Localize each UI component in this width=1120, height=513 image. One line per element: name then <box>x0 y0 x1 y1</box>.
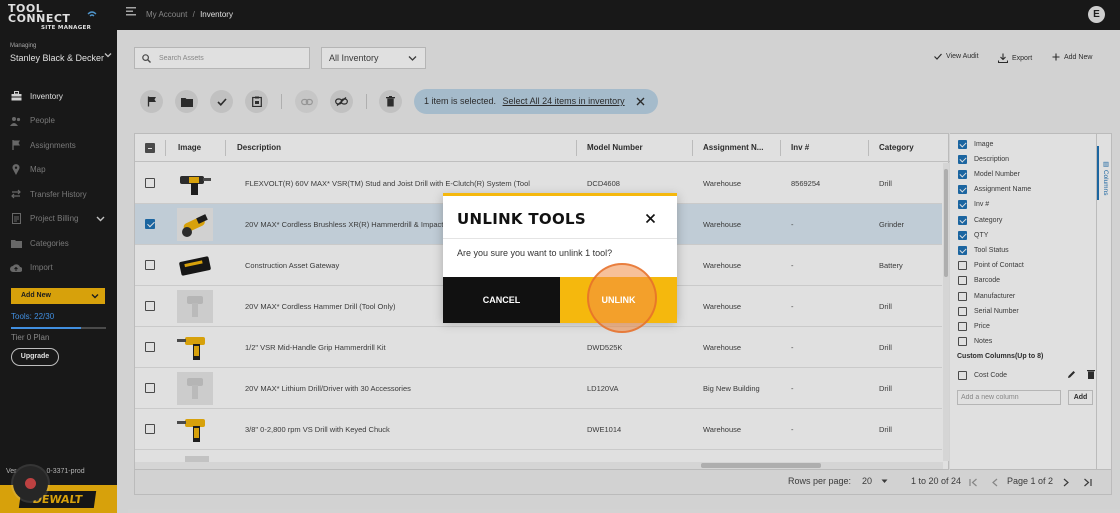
unlink-button-label: UNLINK <box>601 295 636 305</box>
dialog-message: Are you sure you want to unlink 1 tool? <box>457 248 613 258</box>
dialog-title: UNLINK TOOLS <box>457 210 586 228</box>
unlink-tools-dialog: UNLINK TOOLS Are you sure you want to un… <box>443 193 677 333</box>
dialog-divider <box>443 238 677 239</box>
close-icon[interactable] <box>645 213 656 224</box>
unlink-confirm-button[interactable]: UNLINK <box>560 263 677 333</box>
cancel-button[interactable]: CANCEL <box>443 277 560 323</box>
